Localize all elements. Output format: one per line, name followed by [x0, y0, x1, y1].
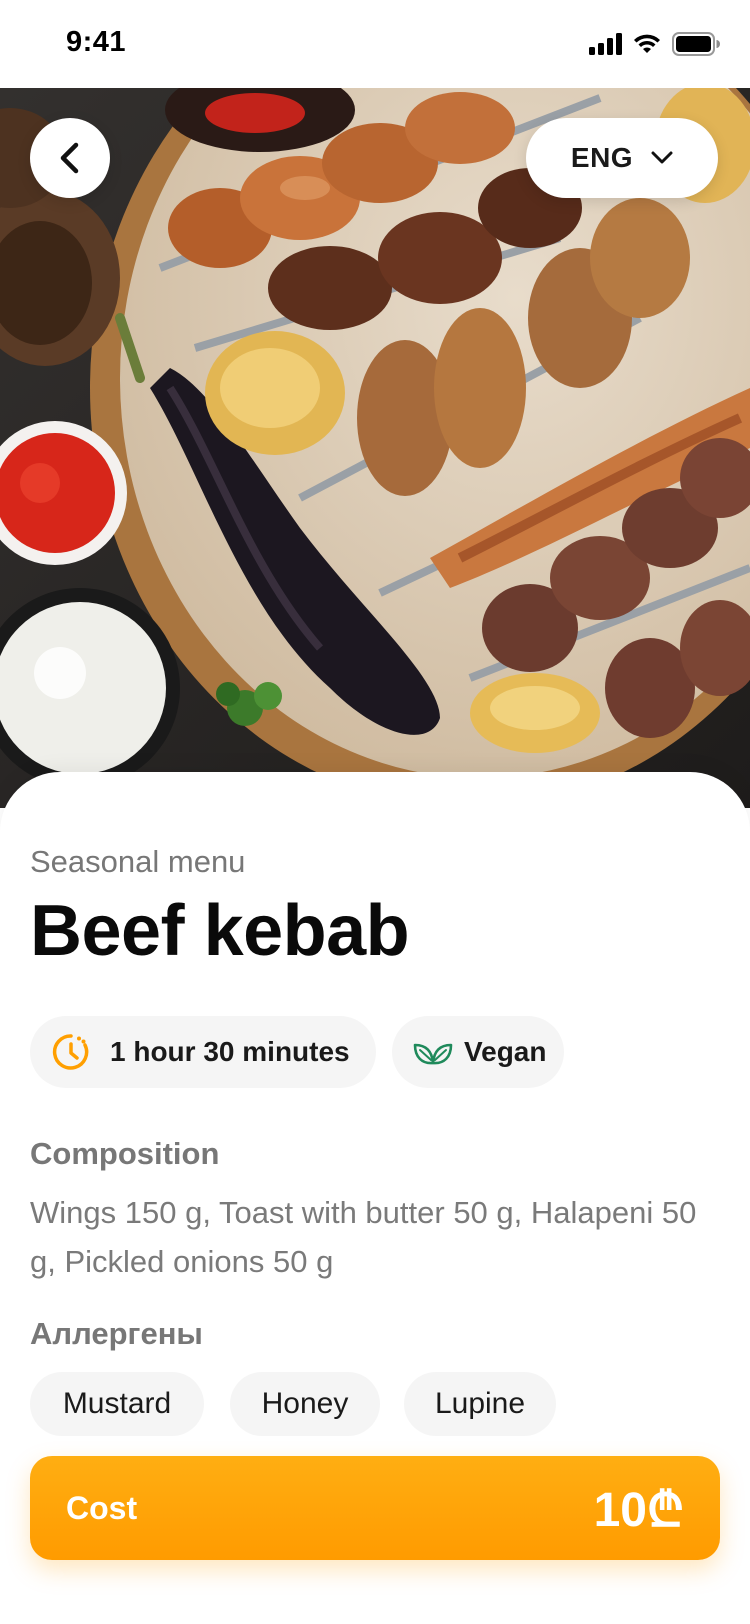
allergen-chip-lupine: Lupine: [404, 1372, 556, 1436]
status-time: 9:41: [66, 26, 127, 58]
chevron-down-icon: [651, 151, 673, 164]
battery-icon: [672, 32, 720, 56]
composition-heading: Composition: [30, 1136, 220, 1171]
composition-text: Wings 150 g, Toast with butter 50 g, Hal…: [30, 1195, 697, 1279]
language-selector[interactable]: ENG: [526, 118, 718, 198]
status-bar: 9:41: [0, 0, 750, 88]
wifi-icon: [634, 34, 660, 53]
language-label: ENG: [570, 142, 634, 173]
status-icons: [589, 32, 720, 56]
dish-category: Seasonal menu: [30, 844, 246, 879]
dish-details-sheet: Seasonal menu Beef kebab 1 hour 30 minut…: [0, 772, 750, 1624]
cost-price: 10₾: [593, 1483, 684, 1537]
dish-title: Beef kebab: [30, 891, 410, 971]
cost-button[interactable]: Cost 10₾: [30, 1456, 720, 1560]
cost-label: Cost: [66, 1489, 138, 1526]
back-arrow-icon: [60, 142, 79, 174]
signal-icon: [589, 33, 622, 55]
vegan-chip: Vegan: [392, 1016, 564, 1088]
allergens-heading: Аллергены: [30, 1316, 203, 1351]
allergen-chip-mustard: Mustard: [30, 1372, 204, 1436]
clock-icon: [52, 1034, 89, 1070]
leaf-icon: [413, 1043, 453, 1065]
vegan-label: Vegan: [464, 1036, 547, 1067]
cook-time-label: 1 hour 30 minutes: [110, 1036, 350, 1067]
back-button[interactable]: [30, 118, 110, 198]
allergen-chip-honey: Honey: [230, 1372, 380, 1436]
cook-time-chip: 1 hour 30 minutes: [30, 1016, 376, 1088]
